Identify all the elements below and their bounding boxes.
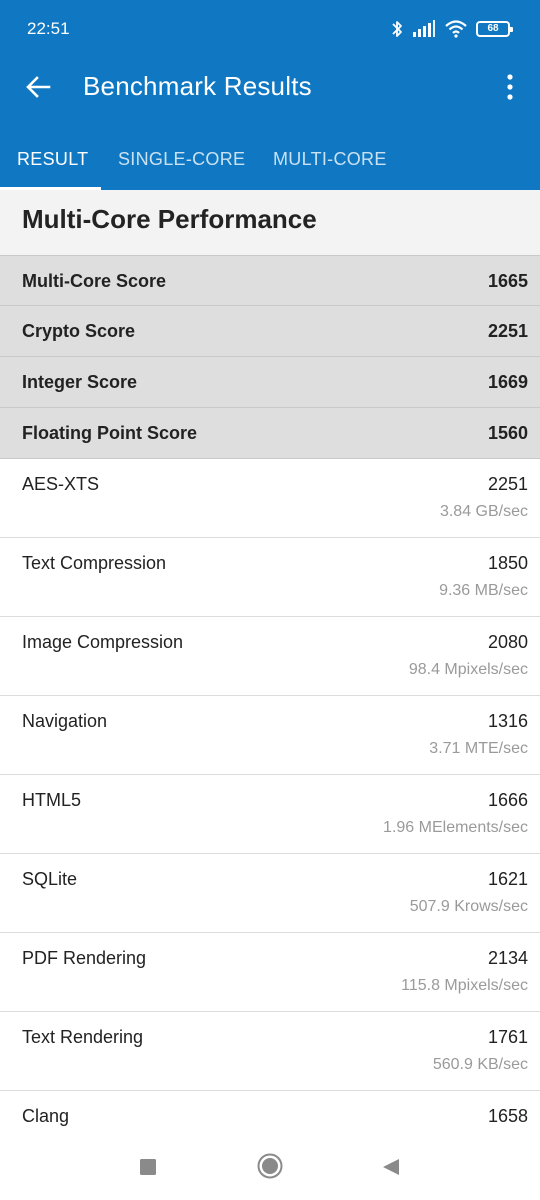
- test-name: AES-XTS: [22, 474, 100, 494]
- summary-label: Integer Score: [22, 372, 138, 392]
- section-title: Multi-Core Performance: [22, 204, 317, 234]
- recents-square-icon[interactable]: [139, 1158, 157, 1176]
- summary-value: 1669: [487, 372, 528, 392]
- test-throughput: 3.71 MTE/sec: [429, 740, 528, 757]
- summary-value: 1560: [487, 423, 528, 443]
- test-score: 2251: [487, 474, 528, 494]
- test-name: SQLite: [22, 869, 78, 889]
- more-vertical-icon[interactable]: [502, 72, 518, 102]
- test-score: 1761: [487, 1027, 528, 1047]
- test-score: 1850: [487, 553, 528, 573]
- status-icons: 68: [391, 17, 513, 41]
- list-item: AES-XTS 2251 3.84 GB/sec: [0, 459, 540, 538]
- test-throughput: 560.9 KB/sec: [432, 1056, 528, 1073]
- summary-label: Multi-Core Score: [22, 271, 167, 291]
- summary-row: Crypto Score 2251: [0, 306, 540, 357]
- test-score: 2134: [487, 948, 528, 968]
- summary-row: Floating Point Score 1560: [0, 408, 540, 459]
- test-name: Clang: [22, 1106, 70, 1126]
- list-item: Navigation 1316 3.71 MTE/sec: [0, 696, 540, 775]
- list-item: Clang 1658: [0, 1091, 540, 1136]
- bluetooth-icon: [392, 21, 402, 37]
- tab-result[interactable]: RESULT: [17, 128, 88, 190]
- list-item: Image Compression 2080 98.4 Mpixels/sec: [0, 617, 540, 696]
- arrow-left-icon[interactable]: [24, 72, 54, 102]
- wifi-icon: [445, 20, 467, 38]
- test-score: 1666: [487, 790, 528, 810]
- list-item: Text Rendering 1761 560.9 KB/sec: [0, 1012, 540, 1091]
- summary-table: Multi-Core Score 1665 Crypto Score 2251 …: [0, 255, 540, 459]
- app-bar: 22:51 68 Benchmark Results RESULT SINGLE…: [0, 0, 540, 190]
- tab-single-core[interactable]: SINGLE-CORE: [118, 128, 245, 190]
- detail-list[interactable]: AES-XTS 2251 3.84 GB/sec Text Compressio…: [0, 459, 540, 1136]
- summary-value: 1665: [487, 271, 528, 291]
- tab-bar: RESULT SINGLE-CORE MULTI-CORE: [0, 128, 540, 190]
- test-name: Navigation: [22, 711, 108, 731]
- test-throughput: 1.96 MElements/sec: [383, 819, 528, 836]
- battery-icon: 68: [476, 21, 513, 37]
- list-item: Text Compression 1850 9.36 MB/sec: [0, 538, 540, 617]
- test-name: Text Rendering: [22, 1027, 144, 1047]
- back-triangle-icon[interactable]: [381, 1157, 401, 1177]
- battery-level: 68: [487, 23, 499, 34]
- test-score: 2080: [487, 632, 528, 652]
- test-throughput: 98.4 Mpixels/sec: [408, 661, 528, 678]
- summary-label: Crypto Score: [22, 321, 136, 341]
- signal-icon: [413, 20, 435, 37]
- test-name: Image Compression: [22, 632, 184, 652]
- status-time: 22:51: [27, 19, 70, 38]
- tab-multi-core[interactable]: MULTI-CORE: [273, 128, 387, 190]
- summary-value: 2251: [487, 321, 528, 341]
- test-score: 1621: [487, 869, 528, 889]
- test-throughput: 3.84 GB/sec: [439, 503, 528, 520]
- status-bar: 22:51 68: [0, 0, 540, 58]
- test-throughput: 507.9 Krows/sec: [409, 898, 528, 915]
- summary-row: Multi-Core Score 1665: [0, 255, 540, 306]
- test-score: 1316: [487, 711, 528, 731]
- summary-label: Floating Point Score: [22, 423, 198, 443]
- summary-row: Integer Score 1669: [0, 357, 540, 408]
- section-header: Multi-Core Performance: [0, 190, 540, 255]
- test-score: 1658: [487, 1106, 528, 1126]
- list-item: SQLite 1621 507.9 Krows/sec: [0, 854, 540, 933]
- system-nav-bar: [0, 1136, 540, 1200]
- list-item: HTML5 1666 1.96 MElements/sec: [0, 775, 540, 854]
- test-throughput: 9.36 MB/sec: [439, 582, 528, 599]
- page-title: Benchmark Results: [83, 71, 312, 101]
- list-item: PDF Rendering 2134 115.8 Mpixels/sec: [0, 933, 540, 1012]
- test-name: Text Compression: [22, 553, 167, 573]
- toolbar: Benchmark Results: [0, 58, 540, 116]
- home-circle-icon[interactable]: [257, 1153, 283, 1179]
- test-name: PDF Rendering: [22, 948, 147, 968]
- test-throughput: 115.8 Mpixels/sec: [401, 977, 528, 994]
- test-name: HTML5: [22, 790, 82, 810]
